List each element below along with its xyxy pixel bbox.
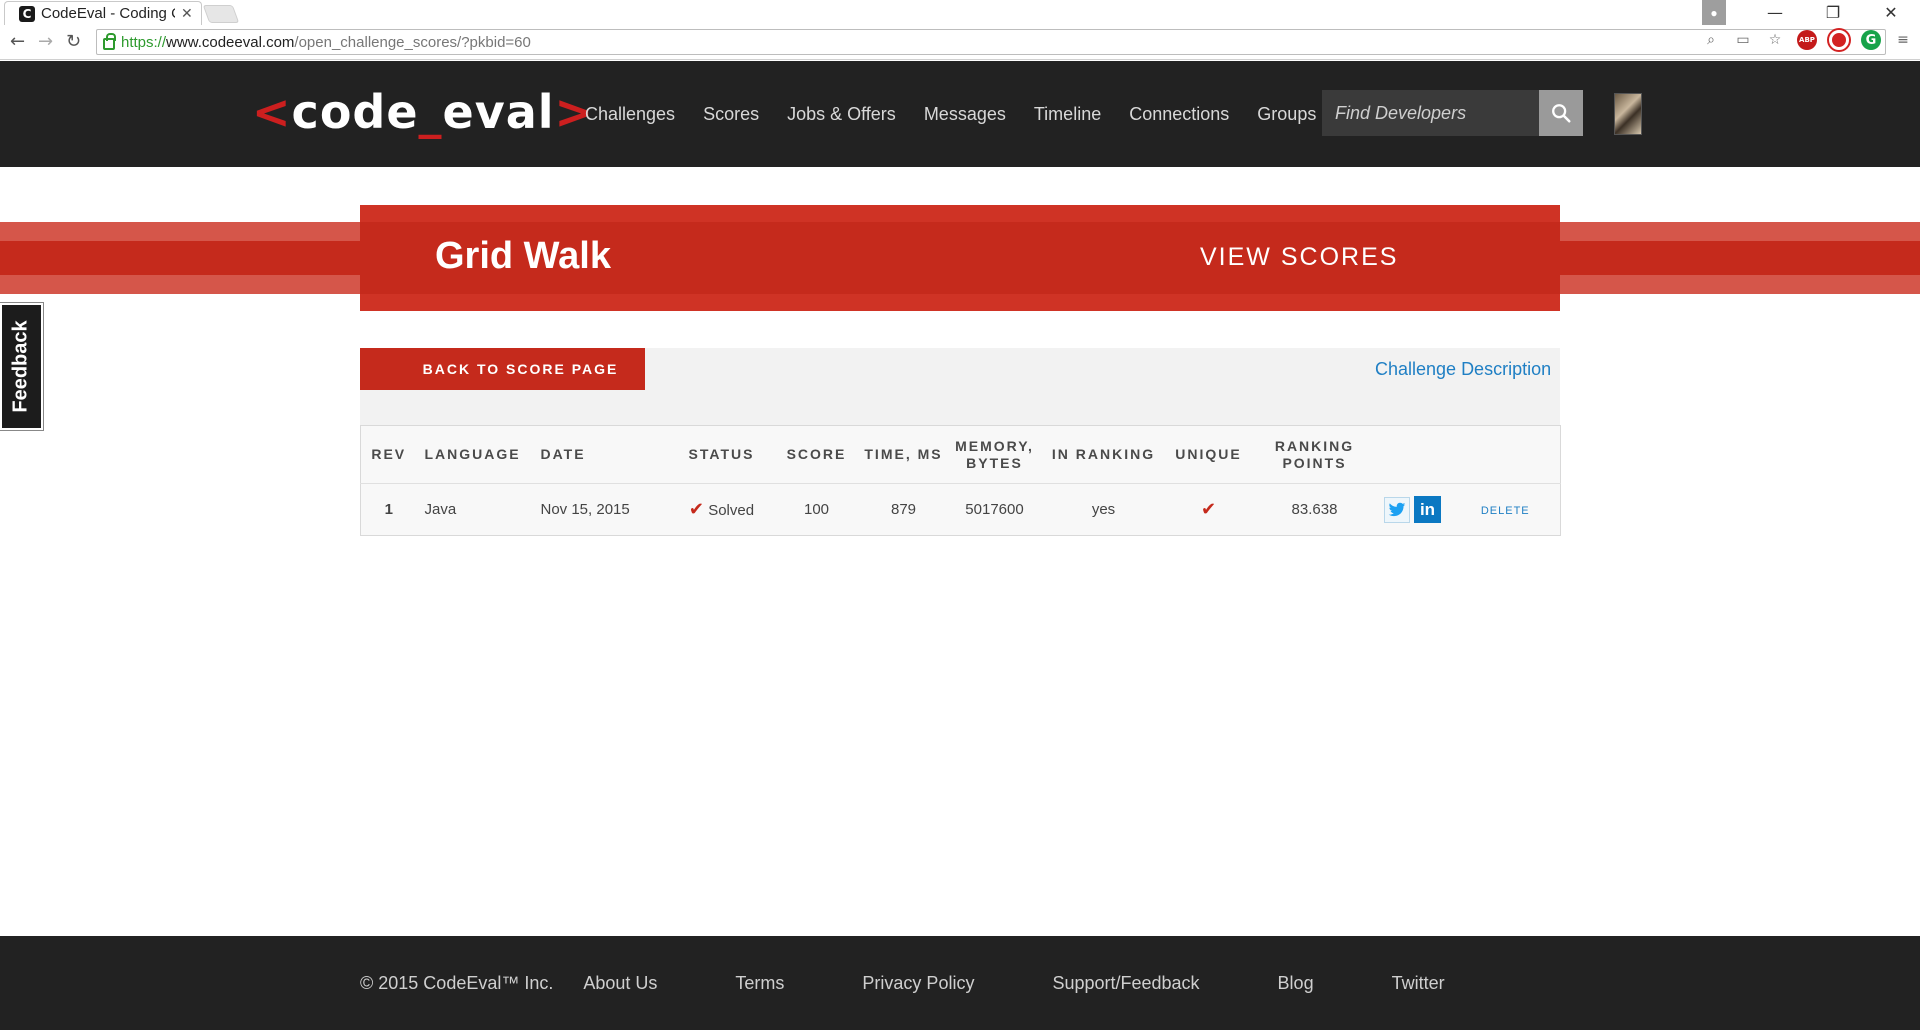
footer-links: © 2015 CodeEval™ Inc. About Us Terms Pri… [360, 936, 1445, 1030]
twitter-share-icon[interactable] [1384, 496, 1410, 523]
footer-support-feedback[interactable]: Support/Feedback [1052, 973, 1199, 994]
header-language: LANGUAGE [416, 425, 533, 484]
table-header-row: REV LANGUAGE DATE STATUS SCORE TIME, MS … [360, 425, 1561, 484]
search-box [1322, 90, 1540, 136]
challenge-description-link[interactable]: Challenge Description [1375, 359, 1551, 380]
lock-icon [103, 33, 116, 50]
header-date: DATE [532, 425, 673, 484]
browser-tab[interactable]: C CodeEval - Coding C ✕ [4, 1, 202, 25]
logo-underscore: _ [418, 85, 443, 139]
new-tab-button[interactable] [202, 5, 240, 23]
adblock-label: ABP [1797, 30, 1817, 50]
cell-delete: DELETE [1450, 483, 1561, 536]
user-avatar[interactable] [1614, 93, 1642, 135]
header-actions [1450, 425, 1561, 484]
cell-language: Java [416, 483, 533, 536]
header-score: SCORE [770, 425, 863, 484]
nav-scores[interactable]: Scores [703, 104, 759, 125]
feedback-tab[interactable]: Feedback [0, 303, 43, 430]
cell-unique: ✔ [1162, 483, 1255, 536]
tab-title: CodeEval - Coding C [41, 5, 175, 22]
header-status: STATUS [672, 425, 771, 484]
header-share [1374, 425, 1451, 484]
back-to-score-page-button[interactable]: BACK TO SCORE PAGE [360, 348, 645, 390]
status-text: Solved [708, 502, 755, 519]
footer-blog[interactable]: Blog [1278, 973, 1314, 994]
url-path: /open_challenge_scores/?pkbid=60 [294, 33, 531, 51]
cell-status: ✔ Solved [672, 483, 771, 536]
grammarly-label: G [1861, 30, 1881, 50]
header-time: TIME, MS [862, 425, 945, 484]
cell-score: 100 [770, 483, 863, 536]
reload-icon[interactable]: ↻ [66, 31, 81, 52]
user-profile-icon[interactable]: ● [1702, 0, 1726, 25]
unique-check-icon: ✔ [1200, 499, 1217, 520]
linkedin-share-icon[interactable]: in [1414, 496, 1441, 523]
bookmark-star-icon[interactable]: ☆ [1764, 29, 1786, 51]
url-scheme: https:// [121, 33, 167, 51]
search-button[interactable] [1539, 90, 1583, 136]
nav-timeline[interactable]: Timeline [1034, 104, 1101, 125]
logo-open-bracket: < [252, 85, 292, 139]
url-field[interactable]: https://www.codeeval.com/open_challenge_… [96, 29, 1886, 55]
search-icon [1552, 104, 1571, 123]
browser-tabbar: C CodeEval - Coding C ✕ ● — ❐ ✕ [0, 0, 1920, 25]
challenge-title: Grid Walk [435, 235, 611, 277]
restore-icon[interactable]: ❐ [1804, 0, 1862, 25]
opera-extension-icon[interactable] [1828, 29, 1850, 51]
cell-rev: 1 [360, 483, 417, 536]
header-ranking-points: RANKING POINTS [1254, 425, 1375, 484]
header-rev: REV [360, 425, 417, 484]
footer-privacy-policy[interactable]: Privacy Policy [862, 973, 974, 994]
footer-terms[interactable]: Terms [735, 973, 784, 994]
main-nav: Challenges Scores Jobs & Offers Messages… [585, 61, 1344, 167]
site-header: <code_eval> Challenges Scores Jobs & Off… [0, 61, 1920, 167]
codeeval-logo[interactable]: <code_eval> [252, 85, 594, 139]
header-memory: MEMORY, BYTES [944, 425, 1045, 484]
nav-jobs-offers[interactable]: Jobs & Offers [787, 104, 896, 125]
close-window-icon[interactable]: ✕ [1862, 0, 1920, 25]
adblock-icon[interactable]: ABP [1796, 29, 1818, 51]
nav-groups[interactable]: Groups [1257, 104, 1316, 125]
site-footer: © 2015 CodeEval™ Inc. About Us Terms Pri… [0, 936, 1920, 1030]
delete-button[interactable]: DELETE [1481, 505, 1530, 517]
search-input[interactable] [1335, 102, 1535, 124]
logo-word-eval: eval [442, 85, 555, 139]
logo-word-code: code [291, 85, 419, 139]
grammarly-icon[interactable]: G [1860, 29, 1882, 51]
browser-toolbar-icons: ⌕ ▭ ☆ ABP G ≡ [1690, 29, 1920, 51]
cast-icon[interactable]: ▭ [1732, 29, 1754, 51]
header-unique: UNIQUE [1162, 425, 1255, 484]
zoom-icon[interactable]: ⌕ [1700, 29, 1722, 51]
challenge-banner: Grid Walk VIEW SCORES [360, 205, 1560, 311]
codeeval-favicon-icon: C [19, 5, 35, 22]
tab-close-icon[interactable]: ✕ [181, 6, 193, 22]
browser-address-bar: ← → ↻ https://www.codeeval.com/open_chal… [0, 25, 1920, 60]
footer-copyright: © 2015 CodeEval™ Inc. [360, 972, 554, 993]
cell-ranking-points: 83.638 [1254, 483, 1375, 536]
cell-date: Nov 15, 2015 [532, 483, 673, 536]
nav-connections[interactable]: Connections [1129, 104, 1229, 125]
url-host: www.codeeval.com [166, 33, 295, 51]
forward-arrow-icon[interactable]: → [38, 31, 53, 52]
feedback-label: Feedback [10, 320, 33, 413]
chrome-menu-icon[interactable]: ≡ [1892, 29, 1914, 51]
check-icon: ✔ [688, 499, 705, 520]
minimize-icon[interactable]: — [1746, 0, 1804, 25]
footer-twitter[interactable]: Twitter [1392, 973, 1445, 994]
table-row: 1 Java Nov 15, 2015 ✔ Solved 100 879 501… [360, 483, 1561, 536]
footer-about-us[interactable]: About Us [583, 973, 657, 994]
back-arrow-icon[interactable]: ← [10, 31, 25, 52]
nav-challenges[interactable]: Challenges [585, 104, 675, 125]
cell-share: in [1374, 483, 1451, 536]
nav-messages[interactable]: Messages [924, 104, 1006, 125]
window-controls: ● — ❐ ✕ [1702, 0, 1920, 25]
view-scores-link[interactable]: VIEW SCORES [1200, 243, 1398, 272]
header-in-ranking: IN RANKING [1044, 425, 1163, 484]
cell-time: 879 [862, 483, 945, 536]
cell-memory: 5017600 [944, 483, 1045, 536]
scores-table: REV LANGUAGE DATE STATUS SCORE TIME, MS … [360, 425, 1561, 536]
cell-in-ranking: yes [1044, 483, 1163, 536]
